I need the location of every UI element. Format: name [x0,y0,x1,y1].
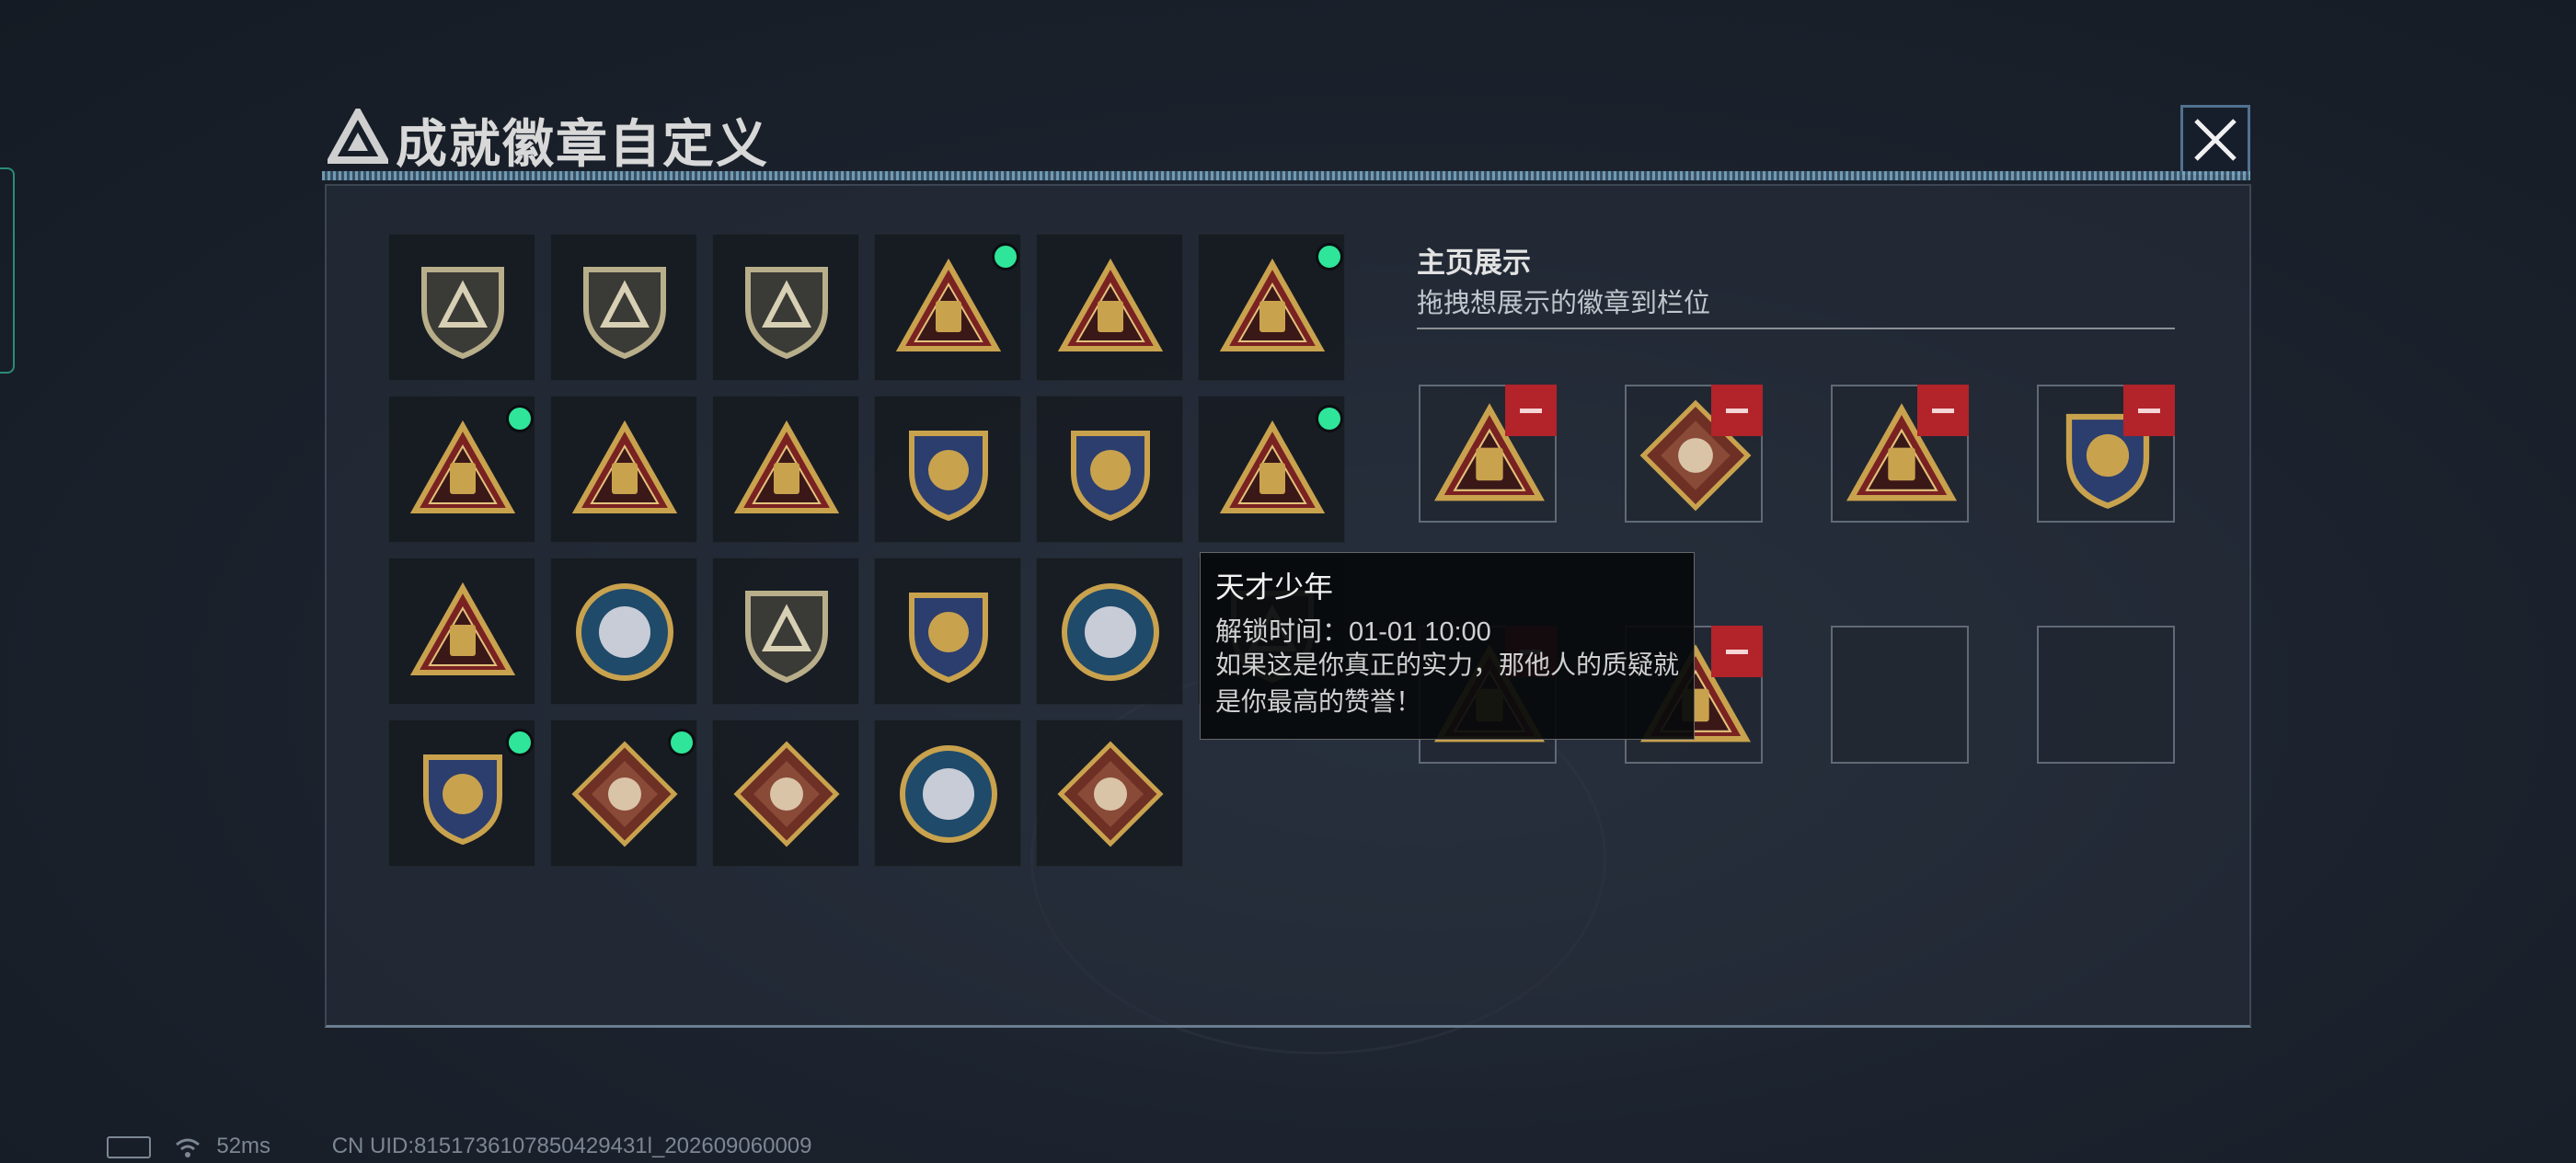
new-indicator-dot [509,408,531,430]
wing-shield-badge-icon [745,591,828,684]
new-indicator-dot [1318,246,1340,268]
canister-59-triangle-badge-icon [1057,258,1164,351]
crossed-sword-crest-badge-icon [423,754,502,846]
remove-badge-button[interactable] [1917,385,1969,436]
usb-drive-triangle-badge-icon [1219,420,1326,513]
badge-cell[interactable] [1036,720,1183,867]
status-bar: 52ms CN UID:8151736107850429431l_2026090… [107,1134,812,1159]
remove-badge-button[interactable] [1711,385,1763,436]
showcase-slot[interactable] [1831,626,1969,764]
badge-tooltip: 天才少年 解锁时间：01-01 10:00 如果这是你真正的实力，那他人的质疑就… [1200,552,1695,740]
title-divider [322,171,2250,180]
ping-value: 52ms [216,1134,271,1158]
badge-cell[interactable] [550,396,697,543]
badge-cell[interactable] [1198,396,1345,543]
badge-cell[interactable] [1036,396,1183,543]
badge-cell[interactable] [388,234,535,381]
badge-cell[interactable] [1198,234,1345,381]
new-indicator-dot [671,731,693,754]
grenade-cluster-triangle-badge-icon [1219,258,1326,351]
left-edge-tab[interactable] [0,167,15,374]
number-2-triangle-badge-icon [733,420,840,513]
battery-icon [107,1135,151,1158]
canister-57-triangle-badge-icon [895,258,1002,351]
delta-shield-badge-icon [421,267,504,360]
showcase-slot[interactable] [1419,385,1557,523]
dragon-diamond-badge-icon [733,741,840,847]
badge-cell[interactable] [712,234,859,381]
delta-logo-icon [328,109,388,164]
silver-skull-badge-icon [1062,583,1159,681]
close-icon [2194,119,2237,161]
tooltip-badge-name: 天才少年 [1215,570,1334,604]
showcase-slot[interactable] [1625,385,1763,523]
wolf-round-badge-icon [900,745,997,843]
new-indicator-dot [509,731,531,754]
badge-grid [388,234,1345,867]
new-indicator-dot [995,246,1017,268]
wolf-diamond-badge-icon [571,741,678,847]
showcase-divider [1417,328,2175,329]
badge-cell[interactable] [388,396,535,543]
tooltip-description: 如果这是你真正的实力，那他人的质疑就是你最高的赞誉！ [1215,651,1680,716]
number-1-triangle-badge-icon [571,420,678,513]
player-uid: CN UID:8151736107850429431l_202609060009 [331,1134,812,1158]
badge-cell[interactable] [874,558,1021,705]
showcase-slot[interactable] [1831,385,1969,523]
dagger-shield-badge-icon [745,267,828,360]
tooltip-unlock-time: 解锁时间：01-01 10:00 [1215,617,1491,647]
delta-force-tank-badge-icon [909,431,988,522]
close-button[interactable] [2180,105,2250,175]
badge-cell[interactable] [874,720,1021,867]
showcase-subheading: 拖拽想展示的徽章到栏位 [1417,289,1711,318]
remove-badge-button[interactable] [2123,385,2175,436]
page-title: 成就徽章自定义 [396,115,769,173]
badge-cell[interactable] [1036,234,1183,381]
soldiers-triangle-badge-icon [409,582,516,675]
boat-triangle-badge-icon [409,420,516,513]
badge-cell[interactable] [550,720,697,867]
star-medal-badge-icon [576,583,673,681]
wifi-icon [175,1138,200,1157]
badge-cell[interactable] [550,558,697,705]
helicopter-shield-badge-icon [583,267,666,360]
remove-badge-button[interactable] [1505,385,1557,436]
badge-cell[interactable] [388,558,535,705]
horse-diamond-badge-icon [1057,741,1164,847]
showcase-heading: 主页展示 [1417,247,1531,279]
badge-cell[interactable] [1036,558,1183,705]
stars-crest-badge-icon [909,593,988,684]
badge-cell[interactable] [874,234,1021,381]
delta-force-2026-badge-icon [1071,431,1150,522]
new-indicator-dot [1318,408,1340,430]
badge-cell[interactable] [874,396,1021,543]
badge-cell[interactable] [550,234,697,381]
badge-cell[interactable] [712,396,859,543]
showcase-slot[interactable] [2037,626,2175,764]
showcase-slot[interactable] [2037,385,2175,523]
title-bar: 成就徽章自定义 [322,99,2250,178]
remove-badge-button[interactable] [1711,626,1763,677]
badge-cell[interactable] [712,720,859,867]
badge-cell[interactable] [388,720,535,867]
badge-cell[interactable] [712,558,859,705]
